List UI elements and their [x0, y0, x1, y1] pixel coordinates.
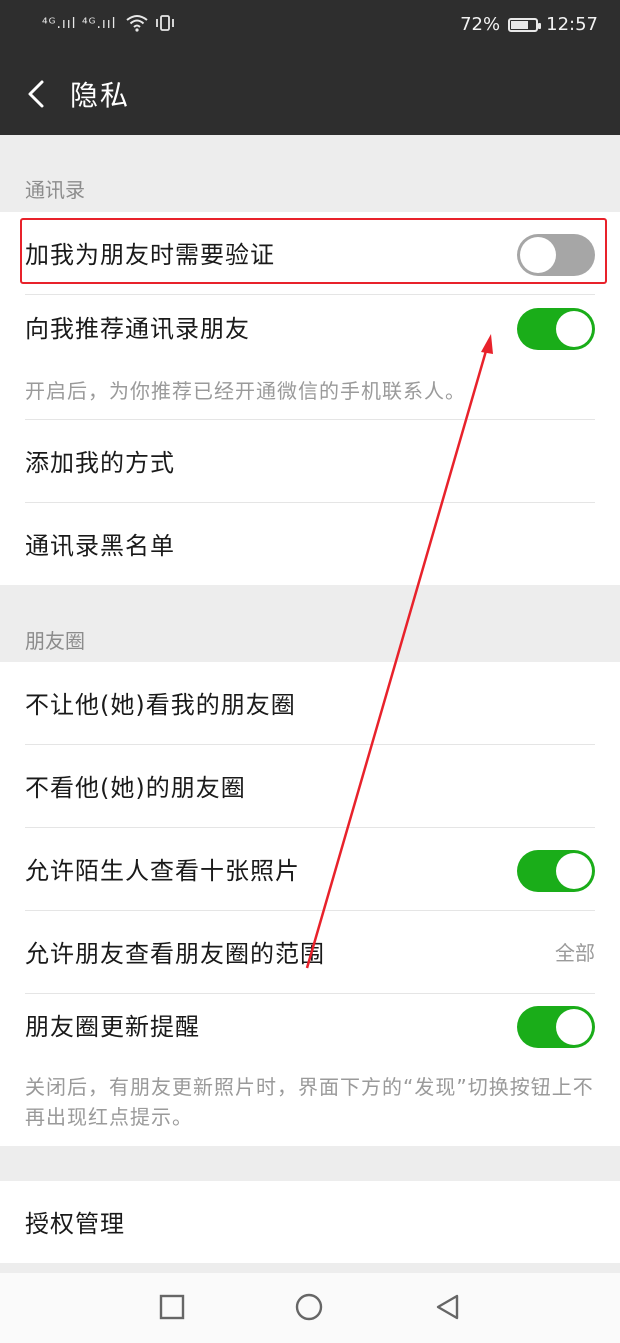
circle-icon[interactable]: [294, 1293, 324, 1323]
annotation-arrow: [305, 334, 493, 969]
square-icon[interactable]: [158, 1293, 186, 1321]
system-nav-bar: [0, 1273, 620, 1343]
triangle-back-icon[interactable]: [433, 1293, 463, 1323]
